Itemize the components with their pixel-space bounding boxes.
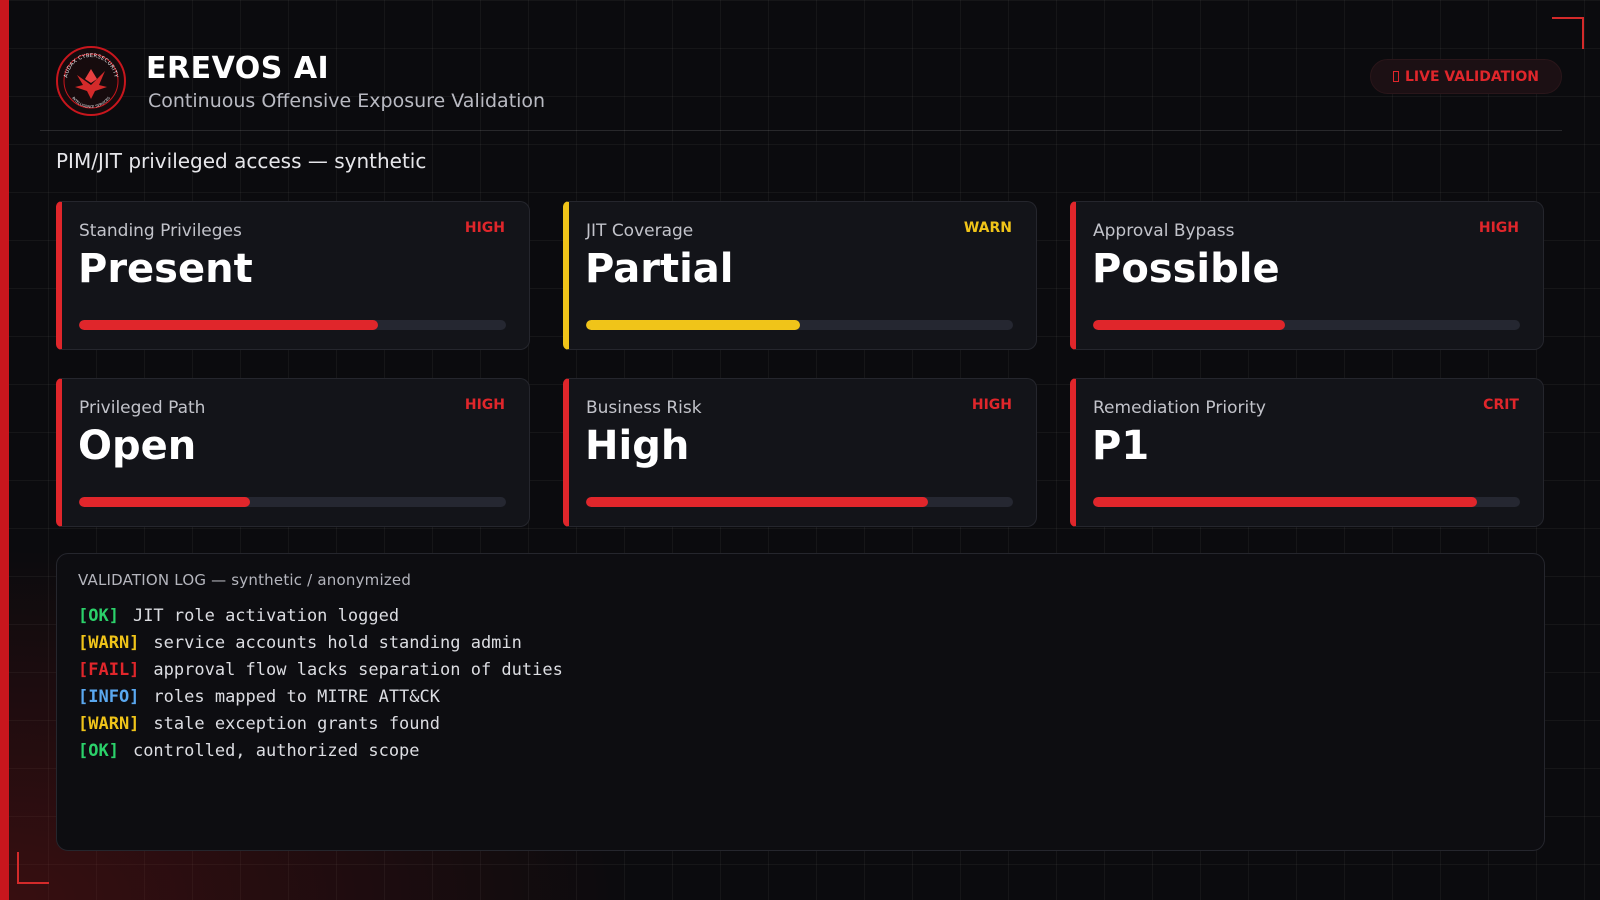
brand-subtitle: Continuous Offensive Exposure Validation (148, 90, 546, 112)
card-label: JIT Coverage (586, 221, 694, 241)
severity-badge: HIGH (1478, 220, 1519, 236)
metric-card-standing-privileges: Standing Privileges HIGH Present (56, 201, 530, 350)
card-label: Standing Privileges (79, 221, 242, 241)
severity-badge: CRIT (1483, 397, 1519, 413)
card-value: P1 (1092, 423, 1150, 469)
page-header: AUDAX CYBERSECURITY INTELLIGENCE SERVICE… (40, 40, 1562, 131)
metric-card-business-risk: Business Risk HIGH High (563, 378, 1037, 527)
corner-bracket-bottom-left (17, 852, 49, 884)
log-tag: [WARN] (78, 713, 140, 734)
log-text: roles mapped to MITRE ATT&CK (153, 686, 440, 707)
log-line: [FAIL] approval flow lacks separation of … (78, 656, 563, 683)
log-lines: [OK] JIT role activation logged [WARN] ser… (78, 602, 563, 764)
card-value: Possible (1092, 246, 1280, 292)
progress-bar (586, 320, 1013, 330)
log-line: [WARN] service accounts hold standing adm… (78, 629, 563, 656)
brand-title: EREVOS AI (146, 51, 330, 86)
live-indicator-icon (1393, 71, 1399, 82)
card-value: Present (78, 246, 253, 292)
card-label: Approval Bypass (1093, 221, 1235, 241)
log-line: [WARN] stale exception grants found (78, 710, 563, 737)
log-tag: [WARN] (78, 632, 140, 653)
card-value: High (585, 423, 690, 469)
progress-bar (1093, 320, 1520, 330)
card-label: Business Risk (586, 398, 702, 418)
live-validation-label: LIVE VALIDATION (1405, 68, 1539, 85)
progress-bar-fill (1093, 320, 1286, 330)
card-label: Remediation Priority (1093, 398, 1266, 418)
progress-bar-fill (79, 497, 250, 507)
log-text: approval flow lacks separation of duties (153, 659, 563, 680)
log-text: stale exception grants found (153, 713, 440, 734)
metric-card-approval-bypass: Approval Bypass HIGH Possible (1070, 201, 1544, 350)
progress-bar-fill (586, 497, 928, 507)
metric-card-privileged-path: Privileged Path HIGH Open (56, 378, 530, 527)
progress-bar (79, 320, 506, 330)
metric-cards-grid: Standing Privileges HIGH Present JIT Cov… (56, 201, 1545, 527)
progress-bar (586, 497, 1013, 507)
severity-badge: HIGH (464, 397, 505, 413)
card-value: Partial (585, 246, 734, 292)
log-tag: [INFO] (78, 686, 140, 707)
severity-badge: HIGH (464, 220, 505, 236)
validation-log-title: VALIDATION LOG — synthetic / anonymized (78, 571, 412, 589)
metric-card-remediation-priority: Remediation Priority CRIT P1 (1070, 378, 1544, 527)
log-tag: [OK] (78, 740, 119, 761)
progress-bar (1093, 497, 1520, 507)
log-text: JIT role activation logged (132, 605, 400, 626)
log-tag: [OK] (78, 605, 119, 626)
severity-badge: WARN (963, 220, 1012, 236)
log-line: [INFO] roles mapped to MITRE ATT&CK (78, 683, 563, 710)
progress-bar-fill (1093, 497, 1478, 507)
severity-badge: HIGH (971, 397, 1012, 413)
log-line: [OK] controlled, authorized scope (78, 737, 563, 764)
progress-bar (79, 497, 506, 507)
log-text: service accounts hold standing admin (153, 632, 522, 653)
validation-log-panel: VALIDATION LOG — synthetic / anonymized … (56, 553, 1545, 851)
card-value: Open (78, 423, 197, 469)
log-tag: [FAIL] (78, 659, 140, 680)
log-line: [OK] JIT role activation logged (78, 602, 563, 629)
audax-logo-icon: AUDAX CYBERSECURITY INTELLIGENCE SERVICE… (56, 46, 126, 116)
card-label: Privileged Path (79, 398, 206, 418)
live-validation-badge[interactable]: LIVE VALIDATION (1370, 59, 1562, 94)
section-title: PIM/JIT privileged access — synthetic (56, 149, 427, 173)
progress-bar-fill (586, 320, 800, 330)
progress-bar-fill (79, 320, 378, 330)
log-text: controlled, authorized scope (132, 740, 420, 761)
left-accent-rail (0, 0, 9, 900)
metric-card-jit-coverage: JIT Coverage WARN Partial (563, 201, 1037, 350)
